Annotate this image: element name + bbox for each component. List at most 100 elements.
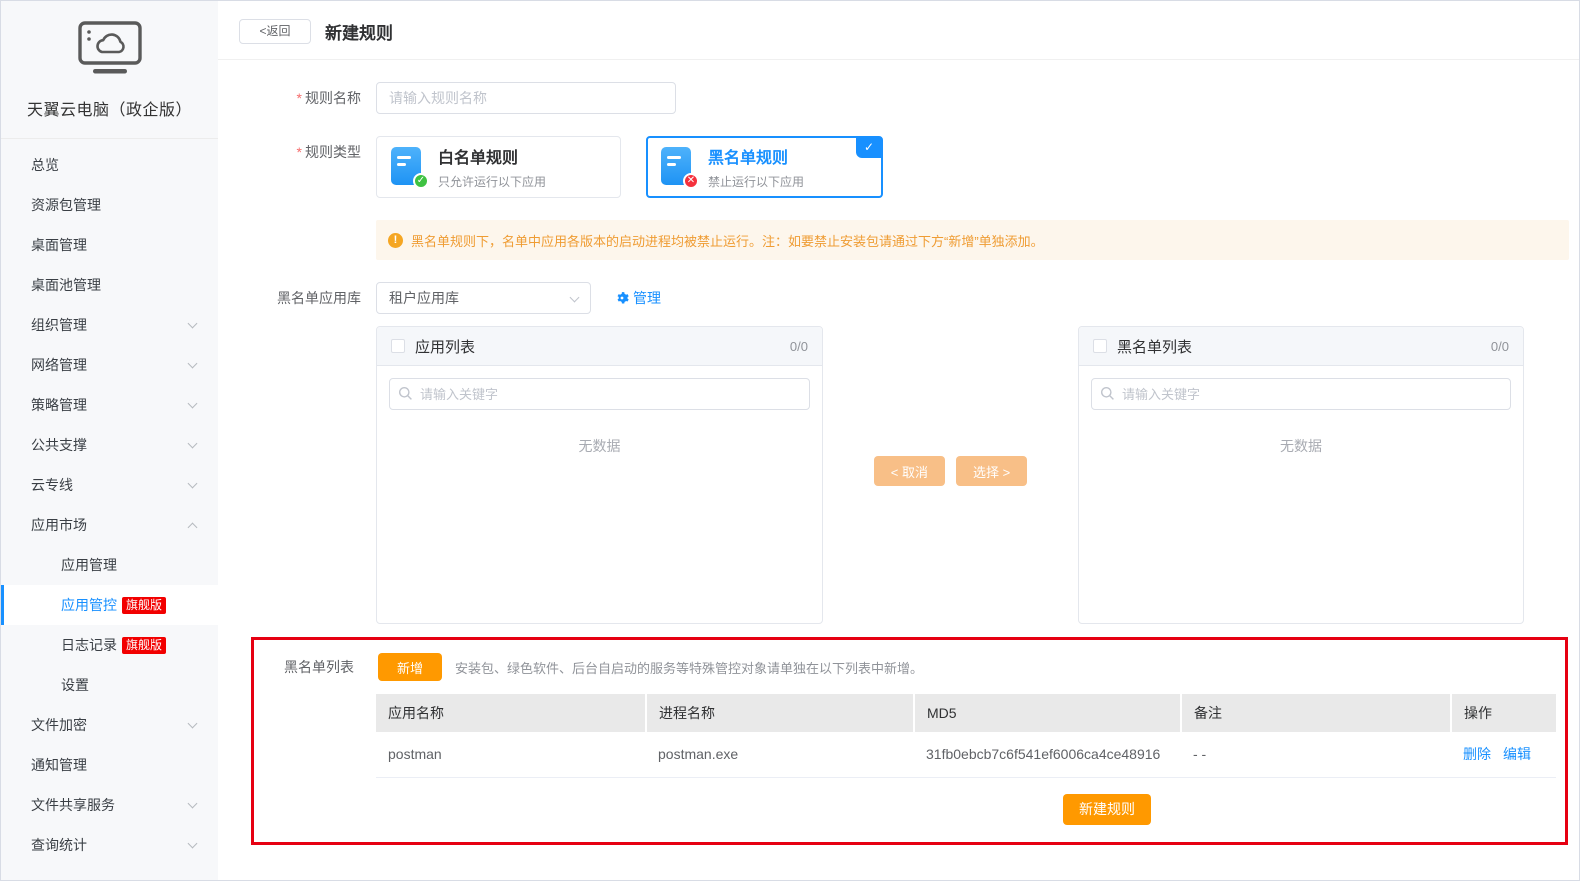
gear-icon	[615, 291, 629, 305]
blacklist-panel: 黑名单列表 0/0 无数据	[1078, 326, 1524, 624]
cell-process-name: postman.exe	[646, 732, 914, 777]
chevron-down-icon	[188, 399, 198, 409]
page-header: <返回 新建规则	[218, 1, 1579, 44]
search-icon	[1100, 386, 1115, 401]
warning-banner: ! 黑名单规则下，名单中应用各版本的启动进程均被禁止运行。注：如要禁止安装包请通…	[376, 220, 1569, 260]
sidebar-item-network-mgmt[interactable]: 网络管理	[1, 345, 218, 385]
sidebar-item-desktop-pool-mgmt[interactable]: 桌面池管理	[1, 265, 218, 305]
chevron-up-icon	[188, 523, 198, 533]
sidebar-item-file-encryption[interactable]: 文件加密	[1, 705, 218, 745]
blacklist-card-title: 黑名单规则	[708, 144, 804, 168]
divider	[218, 59, 1579, 60]
app-list-checkbox[interactable]	[391, 339, 405, 353]
app-list-empty-text: 无数据	[377, 436, 822, 456]
transfer-cancel-button[interactable]: < 取消	[874, 456, 945, 486]
whitelist-doc-icon: ✓	[391, 147, 425, 187]
sidebar-menu: 总览 资源包管理 桌面管理 桌面池管理 组织管理 网络管理 策略管理 公共支撑 …	[1, 139, 218, 865]
edit-link[interactable]: 编辑	[1503, 746, 1531, 762]
rule-name-label: *规则名称	[218, 82, 361, 114]
column-header-process-name: 进程名称	[646, 694, 914, 732]
rule-name-row: *规则名称	[218, 82, 1579, 114]
sidebar-item-settings[interactable]: 设置	[1, 665, 218, 705]
sidebar-item-query-statistics[interactable]: 查询统计	[1, 825, 218, 865]
app-list-search-input[interactable]	[389, 378, 810, 410]
blacklist-card-subtitle: 禁止运行以下应用	[708, 173, 804, 190]
flagship-badge: 旗舰版	[122, 637, 166, 654]
page-title: 新建规则	[325, 19, 393, 44]
submit-row: 新建规则	[376, 794, 1556, 825]
sidebar-item-desktop-mgmt[interactable]: 桌面管理	[1, 225, 218, 265]
column-header-app-name: 应用名称	[376, 694, 646, 732]
manage-link-label: 管理	[633, 282, 661, 314]
table-header-row: 应用名称 进程名称 MD5 备注 操作	[376, 694, 1556, 732]
chevron-down-icon	[188, 719, 198, 729]
blacklist-rule-card[interactable]: ✕ 黑名单规则 禁止运行以下应用 ✓	[646, 136, 883, 198]
app-list-panel: 应用列表 0/0 无数据	[376, 326, 823, 624]
chevron-down-icon	[188, 839, 198, 849]
app-library-label: 黑名单应用库	[218, 282, 361, 314]
blacklist-checkbox[interactable]	[1093, 339, 1107, 353]
sidebar-item-app-control[interactable]: 应用管控旗舰版	[1, 585, 218, 625]
blacklist-search-input[interactable]	[1091, 378, 1511, 410]
blacklist-table: 应用名称 进程名称 MD5 备注 操作 postman postman.exe …	[376, 694, 1556, 778]
flagship-badge: 旗舰版	[122, 597, 166, 614]
manage-link[interactable]: 管理	[615, 282, 661, 314]
rule-type-label: *规则类型	[218, 136, 361, 198]
search-icon	[398, 386, 413, 401]
transfer-select-button[interactable]: 选择 >	[956, 456, 1027, 486]
rule-name-input[interactable]	[376, 82, 676, 114]
chevron-down-icon	[570, 293, 580, 303]
sidebar-item-app-mgmt[interactable]: 应用管理	[1, 545, 218, 585]
chevron-down-icon	[188, 359, 198, 369]
sidebar-item-app-market[interactable]: 应用市场	[1, 505, 218, 545]
chevron-down-icon	[188, 319, 198, 329]
sidebar: 天翼云电脑（政企版） 总览 资源包管理 桌面管理 桌面池管理 组织管理 网络管理…	[1, 1, 218, 880]
sidebar-item-notification-mgmt[interactable]: 通知管理	[1, 745, 218, 785]
sidebar-item-file-sharing-service[interactable]: 文件共享服务	[1, 785, 218, 825]
check-badge-icon: ✓	[413, 173, 429, 189]
sidebar-item-resource-package[interactable]: 资源包管理	[1, 185, 218, 225]
brand: 天翼云电脑（政企版）	[1, 1, 218, 139]
column-header-actions: 操作	[1451, 694, 1556, 732]
sidebar-item-policy-mgmt[interactable]: 策略管理	[1, 385, 218, 425]
whitelist-rule-card[interactable]: ✓ 白名单规则 只允许运行以下应用	[376, 136, 621, 198]
cell-app-name: postman	[376, 732, 646, 777]
create-rule-button[interactable]: 新建规则	[1063, 794, 1151, 825]
whitelist-card-subtitle: 只允许运行以下应用	[438, 173, 546, 190]
blacklist-panel-title: 黑名单列表	[1117, 336, 1192, 357]
whitelist-card-title: 白名单规则	[438, 144, 546, 168]
warning-icon: !	[388, 233, 403, 248]
app-window: 天翼云电脑（政企版） 总览 资源包管理 桌面管理 桌面池管理 组织管理 网络管理…	[0, 0, 1580, 881]
chevron-down-icon	[188, 799, 198, 809]
cell-md5: 31fb0ebcb7c6f541ef6006ca4ce48916	[914, 732, 1181, 777]
app-library-select[interactable]: 租户应用库	[376, 282, 591, 314]
table-row: postman postman.exe 31fb0ebcb7c6f541ef60…	[376, 732, 1556, 777]
app-list-title: 应用列表	[415, 336, 475, 357]
chevron-down-icon	[188, 479, 198, 489]
column-header-md5: MD5	[914, 694, 1181, 732]
delete-link[interactable]: 删除	[1463, 746, 1491, 762]
sidebar-item-org-mgmt[interactable]: 组织管理	[1, 305, 218, 345]
brand-title: 天翼云电脑（政企版）	[1, 96, 218, 120]
blacklist-section-label: 黑名单列表	[284, 657, 364, 677]
app-list-count: 0/0	[790, 339, 808, 354]
rule-type-row: *规则类型 ✓ 白名单规则 只允许运行以下应用 ✕	[218, 136, 1579, 198]
app-library-selected-value: 租户应用库	[389, 290, 459, 306]
selected-check-icon: ✓	[856, 137, 882, 158]
sidebar-item-overview[interactable]: 总览	[1, 145, 218, 185]
annotation-red-box: 黑名单列表 新增 安装包、绿色软件、后台自启动的服务等特殊管控对象请单独在以下列…	[251, 637, 1568, 845]
cell-remark: - -	[1181, 732, 1451, 777]
sidebar-item-public-support[interactable]: 公共支撑	[1, 425, 218, 465]
blacklist-section-hint: 安装包、绿色软件、后台自启动的服务等特殊管控对象请单独在以下列表中新增。	[455, 658, 923, 677]
transfer-widget: 应用列表 0/0 无数据 < 取消 选择 > 黑名单列表 0/0	[376, 326, 1579, 624]
add-button[interactable]: 新增	[378, 653, 442, 681]
back-button[interactable]: <返回	[239, 19, 311, 44]
warning-text: 黑名单规则下，名单中应用各版本的启动进程均被禁止运行。注：如要禁止安装包请通过下…	[411, 231, 1044, 250]
cross-badge-icon: ✕	[683, 173, 699, 189]
sidebar-item-log-record[interactable]: 日志记录旗舰版	[1, 625, 218, 665]
chevron-down-icon	[188, 439, 198, 449]
blacklist-doc-icon: ✕	[661, 147, 695, 187]
blacklist-count: 0/0	[1491, 339, 1509, 354]
sidebar-item-cloud-dedicated-line[interactable]: 云专线	[1, 465, 218, 505]
transfer-buttons: < 取消 选择 >	[823, 326, 1078, 624]
